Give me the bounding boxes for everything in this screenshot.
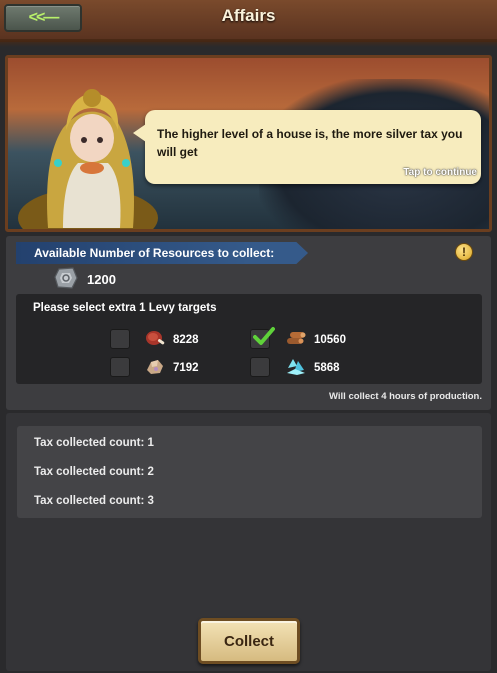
crystal-value: 5868	[314, 362, 340, 374]
tap-to-continue[interactable]: Tap to continue	[403, 167, 477, 178]
stone-value: 7192	[173, 362, 199, 374]
levy-checkbox-stone[interactable]	[110, 357, 130, 377]
collect-button[interactable]: Collect	[198, 618, 300, 664]
wood-value: 10560	[314, 334, 346, 346]
top-bar: <<— Affairs	[0, 0, 497, 47]
levy-targets-box: Please select extra 1 Levy targets 8228 …	[16, 294, 482, 384]
food-meat-icon	[146, 331, 165, 345]
levy-checkbox-crystal[interactable]	[250, 357, 270, 377]
available-resources-label: Available Number of Resources to collect…	[16, 242, 308, 264]
list-item: Tax collected count: 1	[34, 437, 154, 449]
advisor-banner[interactable]: The higher level of a house is, the more…	[5, 55, 492, 232]
food-value: 8228	[173, 334, 199, 346]
tax-collected-list: Tax collected count: 1 Tax collected cou…	[17, 426, 482, 518]
levy-checkbox-food[interactable]	[110, 329, 130, 349]
silver-coin-icon	[54, 267, 78, 289]
wood-logs-icon	[287, 332, 306, 344]
list-item: Tax collected count: 2	[34, 466, 154, 478]
list-item: Tax collected count: 3	[34, 495, 154, 507]
crystal-gem-icon	[287, 359, 305, 375]
resources-panel: Available Number of Resources to collect…	[6, 236, 491, 410]
stone-ore-icon	[147, 360, 163, 374]
info-icon[interactable]: !	[455, 243, 473, 261]
speech-bubble[interactable]: The higher level of a house is, the more…	[133, 110, 481, 184]
silver-amount: 1200	[87, 272, 116, 287]
dialog-text: The higher level of a house is, the more…	[157, 127, 463, 159]
levy-title: Please select extra 1 Levy targets	[33, 302, 217, 314]
checkmark-icon	[253, 327, 275, 345]
page-title: Affairs	[221, 6, 276, 25]
levy-checkbox-wood[interactable]	[250, 327, 275, 349]
collect-duration-note: Will collect 4 hours of production.	[329, 391, 482, 402]
